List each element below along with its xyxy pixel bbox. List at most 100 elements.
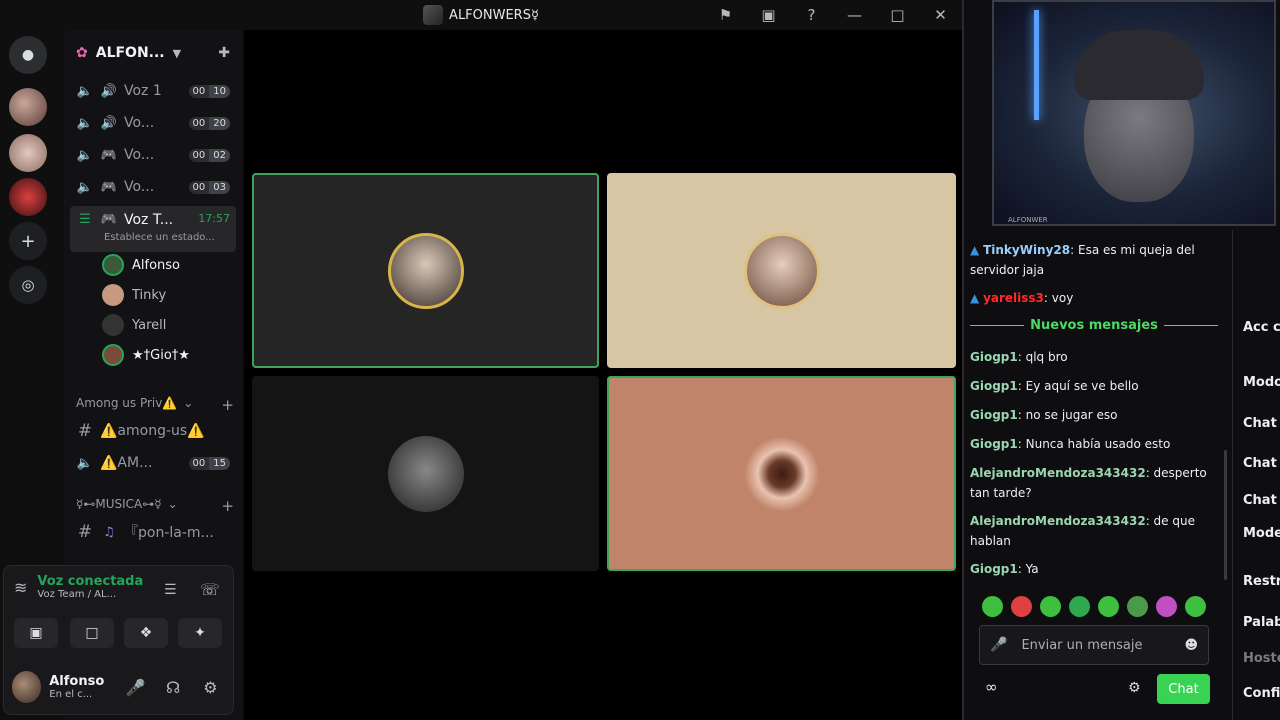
emote-4-icon[interactable]	[1069, 596, 1090, 617]
add-channel-icon[interactable]: +	[221, 396, 234, 414]
member-1[interactable]: Alfonso	[102, 251, 180, 279]
microphone-icon[interactable]: 🎤	[990, 637, 1007, 653]
close-button[interactable]: ✕	[919, 0, 962, 30]
emote-6-icon[interactable]	[1127, 596, 1148, 617]
server-badge-icon: ✿	[76, 45, 88, 61]
emote-7-icon[interactable]	[1156, 596, 1177, 617]
user-info[interactable]: Alfonso En el c...	[49, 674, 113, 700]
participant-tile-2[interactable]	[607, 173, 956, 368]
voice-channel-2[interactable]: 🔈 🔊 Vo... 00 20	[70, 109, 236, 137]
count-current: 00	[188, 180, 210, 194]
emoji-icon[interactable]: ☻	[1184, 638, 1198, 653]
text-channel-among[interactable]: # ⚠️among-us⚠️	[70, 417, 236, 445]
member-name: Yarell	[132, 317, 167, 333]
disconnect-icon[interactable]: ☏	[200, 580, 220, 599]
soundboard-button[interactable]: ✦	[178, 618, 222, 648]
channel-status[interactable]: Establece un estado...	[104, 232, 215, 243]
server-icon-1[interactable]	[9, 88, 47, 126]
camera-off-button[interactable]: ▣	[14, 618, 58, 648]
chat-username[interactable]: Giogp1	[970, 437, 1018, 451]
count-limit: 02	[209, 148, 230, 162]
emote-5-icon[interactable]	[1098, 596, 1119, 617]
server-icon-2[interactable]	[9, 134, 47, 172]
help-icon[interactable]: ?	[790, 0, 833, 30]
mod-item[interactable]: Modo	[1243, 375, 1280, 390]
emote-3-icon[interactable]	[1040, 596, 1061, 617]
minimize-button[interactable]: —	[833, 0, 876, 30]
voice-location[interactable]: Voz Team / AL...	[37, 589, 143, 600]
signal-icon[interactable]: ≋	[14, 578, 27, 597]
discord-home-icon[interactable]: ●	[9, 36, 47, 74]
chat-username[interactable]: Giogp1	[970, 379, 1018, 393]
call-timer: 17:57	[198, 212, 230, 225]
category-among[interactable]: Among us Priv⚠️ ⌄ +	[76, 396, 234, 414]
member-4[interactable]: ★†Gio†★	[102, 341, 190, 369]
server-header[interactable]: ✿ ALFON... ▼ ✚	[64, 30, 242, 76]
chat-username[interactable]: Giogp1	[970, 408, 1018, 422]
noise-suppression-icon[interactable]: ☰	[164, 582, 177, 598]
member-3[interactable]: Yarell	[102, 311, 166, 339]
chat-username[interactable]: yareliss3	[983, 291, 1044, 305]
title-icons: ⚑ ▣ ? — □ ✕	[704, 0, 962, 30]
add-channel-icon[interactable]: +	[221, 497, 234, 515]
mod-item[interactable]: Palab	[1243, 615, 1280, 630]
window-title-text: ALFONWERS☿	[449, 7, 539, 23]
mod-item[interactable]: Chat c	[1243, 456, 1280, 471]
emote-2-icon[interactable]	[1011, 596, 1032, 617]
server-icon-3[interactable]	[9, 178, 47, 216]
chat-username[interactable]: Giogp1	[970, 562, 1018, 576]
mod-item[interactable]: Hoste	[1243, 651, 1280, 666]
category-label: Among us Priv⚠️	[76, 396, 178, 410]
mod-item[interactable]: Mode con IA	[1243, 526, 1280, 541]
explore-icon[interactable]: ◎	[9, 266, 47, 304]
chevron-down-icon: ▼	[172, 46, 182, 60]
voice-channel-1[interactable]: 🔈 🔊 Voz 1 00 10	[70, 77, 236, 105]
user-count: 00 20	[188, 116, 230, 130]
chat-input[interactable]: 🎤 Enviar un mensaje ☻	[979, 625, 1209, 665]
hash-icon: #	[77, 522, 93, 542]
participant-avatar	[743, 435, 820, 512]
inbox-icon[interactable]: ▣	[747, 0, 790, 30]
flag-icon[interactable]: ⚑	[704, 0, 747, 30]
count-limit: 03	[209, 180, 230, 194]
mod-item[interactable]: Acc car	[1243, 320, 1280, 335]
mod-item[interactable]: Chat c	[1243, 493, 1280, 508]
microphone-icon[interactable]: 🎤	[121, 678, 150, 697]
count-current: 00	[188, 148, 210, 162]
gear-icon[interactable]: ⚙	[1128, 680, 1141, 696]
member-2[interactable]: Tinky	[102, 281, 166, 309]
voice-channel-active[interactable]: ☰ 🎮 Voz T... 17:57 Establece un estado..…	[70, 206, 236, 252]
maximize-button[interactable]: □	[876, 0, 919, 30]
channel-name: Vo...	[124, 115, 155, 131]
participant-tile-3[interactable]	[252, 376, 599, 571]
chat-scrollbar[interactable]	[1224, 450, 1227, 580]
participant-tile-4[interactable]	[607, 376, 956, 571]
chat-username[interactable]: TinkyWiny28	[983, 243, 1070, 257]
category-musica[interactable]: ☿⊷MUSICA⊶☿ ⌄ +	[76, 497, 234, 515]
gear-icon[interactable]: ⚙	[196, 678, 225, 697]
chat-username[interactable]: Giogp1	[970, 350, 1018, 364]
user-count: 00 15	[188, 456, 230, 470]
activities-button[interactable]: ❖	[124, 618, 168, 648]
add-server-icon[interactable]: +	[9, 222, 47, 260]
invite-icon[interactable]: ✚	[218, 45, 230, 61]
voice-channel-3[interactable]: 🔈 🎮 Vo... 00 02	[70, 141, 236, 169]
text-channel-musica[interactable]: # ♫ 『pon-la-m...	[70, 518, 236, 546]
chat-send-button[interactable]: Chat	[1157, 674, 1210, 704]
chat-username[interactable]: AlejandroMendoza343432	[970, 466, 1146, 480]
participant-tile-1[interactable]	[252, 173, 599, 368]
mod-item[interactable]: Chat c	[1243, 416, 1280, 431]
voice-channel-4[interactable]: 🔈 🎮 Vo... 00 03	[70, 173, 236, 201]
speaker-icon: 🔈	[76, 179, 94, 195]
screen-share-button[interactable]: □	[70, 618, 114, 648]
headphones-icon[interactable]: ☊	[158, 678, 187, 697]
voice-channel-among[interactable]: 🔈 ⚠️AM... 00 15	[70, 449, 236, 477]
emote-8-icon[interactable]	[1185, 596, 1206, 617]
chat-username[interactable]: AlejandroMendoza343432	[970, 514, 1146, 528]
points-icon[interactable]: ∞	[985, 678, 998, 696]
streamer-hat	[1074, 30, 1204, 100]
mod-item[interactable]: Config	[1243, 686, 1280, 701]
avatar[interactable]	[12, 671, 42, 703]
emote-1-icon[interactable]	[982, 596, 1003, 617]
mod-item[interactable]: Restri	[1243, 574, 1280, 589]
